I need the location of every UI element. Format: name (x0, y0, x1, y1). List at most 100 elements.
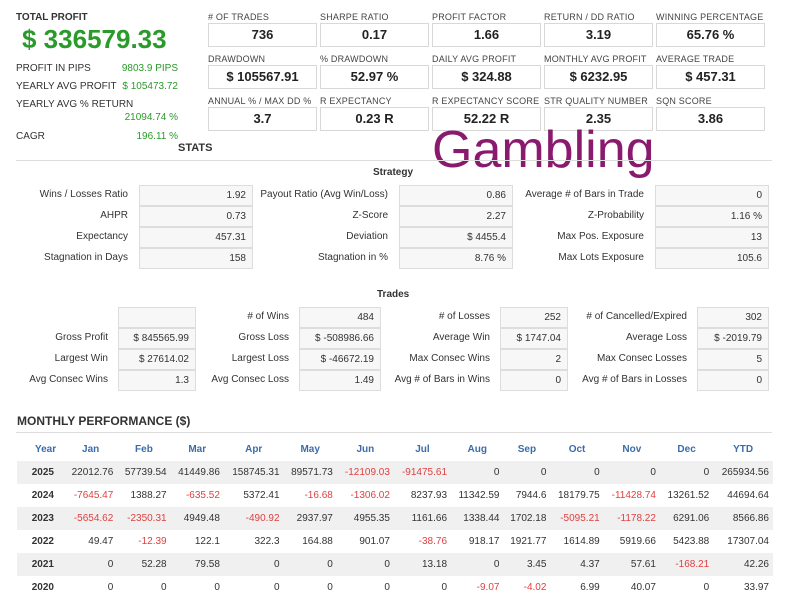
column-header-month: YTD (733, 443, 754, 455)
table-row: 2023 -5654.62 -2350.31 4949.48 -490.92 2937.9… (17, 507, 773, 530)
column-header-month: Jul (415, 443, 430, 455)
metric-value: 65.76 % (656, 23, 765, 47)
strategy-stat-label: Average # of Bars in Trade (525, 189, 644, 200)
metric-label: AVERAGE TRADE (656, 54, 735, 64)
table-cell: 0 (659, 461, 714, 484)
table-cell: 40.07 (630, 582, 656, 593)
strategy-stat-value: 0 (655, 185, 769, 206)
trades-stat-value: 484 (299, 307, 381, 328)
table-cell: 52.28 (117, 553, 171, 576)
trades-stat-value: 252 (500, 307, 568, 328)
trades-stat-value: 5 (697, 349, 769, 370)
table-cell: 13.18 (393, 553, 452, 576)
column-header-month: Jun (356, 443, 375, 455)
stats-divider (16, 160, 772, 161)
metric-label: SHARPE RATIO (320, 12, 389, 22)
table-cell: 18179.75 (557, 490, 600, 501)
trades-stat-value: 0 (697, 370, 769, 391)
trades-stat-label: Avg # of Bars in Losses (582, 374, 687, 385)
trades-stat-label: # of Cancelled/Expired (586, 311, 687, 322)
metric-value: 736 (208, 23, 317, 47)
table-cell: 57.61 (603, 553, 660, 576)
table-cell: 17307.04 (727, 536, 769, 547)
table-cell: -5095.21 (550, 507, 604, 530)
metric-value: 3.7 (208, 107, 317, 131)
table-cell: -7645.47 (73, 490, 114, 501)
table-cell: 6.99 (580, 582, 600, 593)
strategy-stat-value: 457.31 (139, 227, 253, 248)
trades-title: Trades (377, 289, 410, 300)
table-cell: 0 (550, 461, 604, 484)
table-cell: 8566.86 (713, 507, 773, 530)
table-cell: 4.37 (550, 553, 604, 576)
column-header-month: Mar (188, 443, 207, 455)
trades-stat-value: 0 (500, 370, 568, 391)
trades-stat-label: Max Consec Wins (409, 353, 490, 364)
table-cell: 122.1 (194, 536, 220, 547)
trades-stat-label: Average Loss (626, 332, 687, 343)
table-cell: -2350.31 (117, 507, 171, 530)
trades-stat-value: 1.3 (118, 370, 196, 391)
table-cell: 3.45 (503, 553, 551, 576)
stats-title: STATS (178, 142, 213, 154)
table-cell: -1306.02 (350, 490, 390, 501)
strategy-stat-value: 0.86 (399, 185, 513, 206)
table-cell: 89571.73 (283, 461, 337, 484)
table-cell: 49.47 (88, 536, 114, 547)
trades-stat-value: 1.49 (299, 370, 381, 391)
row-year-cell: 2024 (31, 490, 54, 501)
table-cell: 0 (441, 582, 448, 593)
table-cell: 5372.41 (243, 490, 280, 501)
row-year-cell: 2023 (17, 507, 64, 530)
metric-label: STR QUALITY NUMBER (544, 96, 648, 106)
table-cell: 164.88 (302, 536, 333, 547)
metric-label: PROFIT FACTOR (432, 12, 507, 22)
table-row: 2025 22012.76 57739.54 41449.86 158745.31 895… (17, 461, 773, 484)
strategy-stat-value: $ 4455.4 (399, 227, 513, 248)
monthly-title: MONTHLY PERFORMANCE ($) (17, 414, 191, 428)
summary-row-label: YEARLY AVG PROFIT (16, 81, 117, 92)
metric-label: DAILY AVG PROFIT (432, 54, 517, 64)
strategy-stat-value: 13 (655, 227, 769, 248)
table-cell: 0 (214, 582, 220, 593)
table-cell: 13261.52 (667, 490, 710, 501)
metric-value: $ 105567.91 (208, 65, 317, 89)
table-cell: 0 (703, 582, 710, 593)
strategy-stat-label: Payout Ratio (Avg Win/Loss) (260, 189, 388, 200)
column-header-month: Aug (467, 443, 487, 455)
summary-row-value: $ 105473.72 (122, 81, 178, 92)
summary-row-label: PROFIT IN PIPS (16, 63, 91, 74)
table-cell: 901.07 (359, 536, 390, 547)
metric-value: $ 457.31 (656, 65, 765, 89)
strategy-stat-label: Wins / Losses Ratio (39, 189, 128, 200)
strategy-stat-label: Max Pos. Exposure (557, 231, 644, 242)
row-year-cell: 2020 (31, 582, 54, 593)
metric-label: SQN SCORE (656, 96, 712, 106)
trades-stat-label: Max Consec Losses (596, 353, 687, 364)
table-cell: 4955.35 (336, 507, 394, 530)
metric-label: # OF TRADES (208, 12, 270, 22)
table-cell: 2937.97 (283, 507, 337, 530)
table-cell: -9.07 (476, 582, 500, 593)
strategy-stat-label: Expectancy (76, 231, 128, 242)
trades-stat-value: $ -508986.66 (299, 328, 381, 349)
strategy-stat-label: Stagnation in Days (44, 252, 128, 263)
table-cell: 0 (451, 553, 504, 576)
trades-stat-label: Gross Profit (55, 332, 108, 343)
table-cell: 0 (503, 461, 551, 484)
strategy-stat-label: Stagnation in % (317, 252, 388, 263)
table-cell: -12.39 (138, 536, 167, 547)
strategy-stat-label: Deviation (346, 231, 388, 242)
table-row: 2020 0 0 0 0 0 0 0 -9.07 -4.02 6.99 40.07 0 33.97 (17, 576, 773, 599)
trades-stat-label: Average Win (432, 332, 490, 343)
table-cell: 0 (161, 582, 167, 593)
strategy-stat-label: Z-Probability (587, 210, 644, 221)
table-cell: 0 (336, 553, 394, 576)
metric-value: $ 324.88 (432, 65, 541, 89)
column-header-month: Jan (82, 443, 100, 455)
table-cell: -4.02 (523, 582, 547, 593)
summary-row-value: 196.11 % (136, 131, 178, 142)
table-row: 2022 49.47 -12.39 122.1 322.3 164.88 901.07 -38… (17, 530, 773, 553)
trades-stat-value: $ 1747.04 (500, 328, 568, 349)
table-cell: 79.58 (170, 553, 224, 576)
